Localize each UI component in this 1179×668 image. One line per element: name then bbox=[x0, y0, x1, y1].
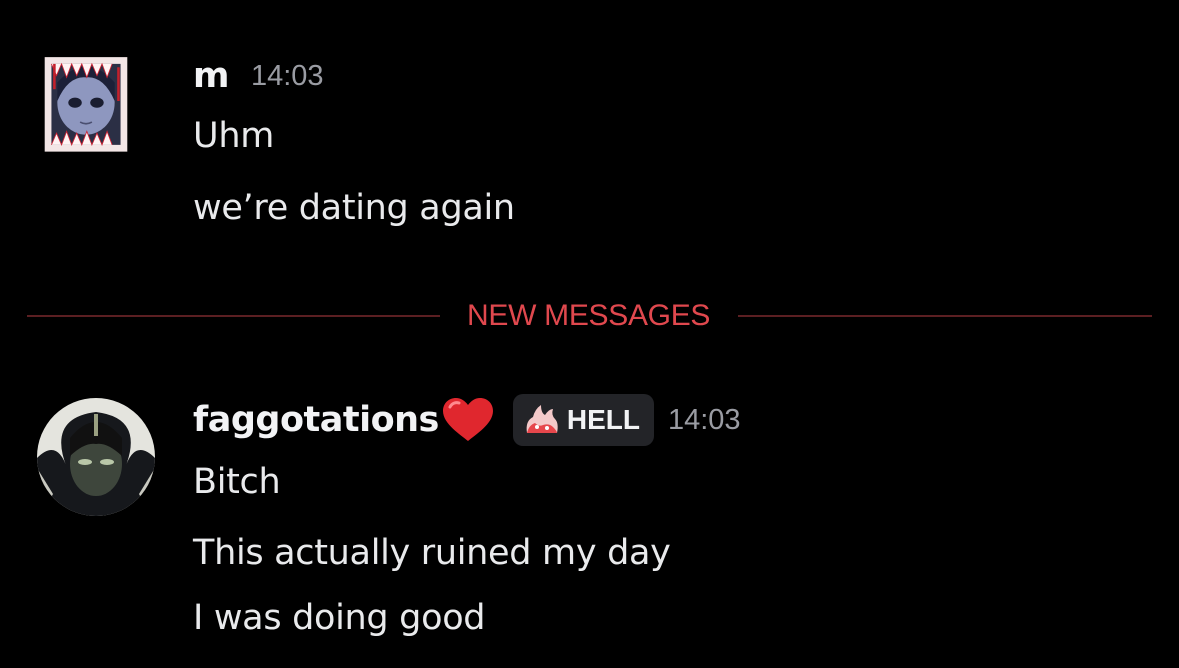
anime-girl-teeth-frame-avatar-icon bbox=[36, 42, 136, 160]
avatar-faggotations[interactable] bbox=[37, 398, 155, 516]
divider-line-left bbox=[27, 315, 440, 317]
message-header: faggotations HELL 14:03 bbox=[193, 394, 741, 446]
author-name[interactable]: faggotations bbox=[193, 400, 439, 440]
fire-hand-icon bbox=[523, 403, 561, 437]
message-line: Bitch bbox=[193, 462, 281, 502]
message-timestamp: 14:03 bbox=[667, 403, 741, 436]
red-heart-icon bbox=[441, 397, 495, 443]
message-line: I was doing good bbox=[193, 598, 486, 638]
new-messages-divider: NEW MESSAGES bbox=[27, 296, 1152, 336]
anime-boy-dark-avatar-icon bbox=[37, 398, 155, 516]
message-line: This actually ruined my day bbox=[193, 533, 671, 573]
author-name[interactable]: m bbox=[193, 56, 229, 96]
role-tag[interactable]: HELL bbox=[512, 394, 654, 446]
message-line: Uhm bbox=[193, 116, 274, 156]
new-messages-label: NEW MESSAGES bbox=[467, 299, 711, 332]
role-label: HELL bbox=[566, 404, 640, 435]
message-header: m 14:03 bbox=[193, 56, 324, 96]
message-timestamp: 14:03 bbox=[250, 59, 324, 92]
divider-line-right bbox=[738, 315, 1152, 317]
avatar-m[interactable] bbox=[27, 42, 145, 160]
message-line: we’re dating again bbox=[193, 188, 515, 228]
